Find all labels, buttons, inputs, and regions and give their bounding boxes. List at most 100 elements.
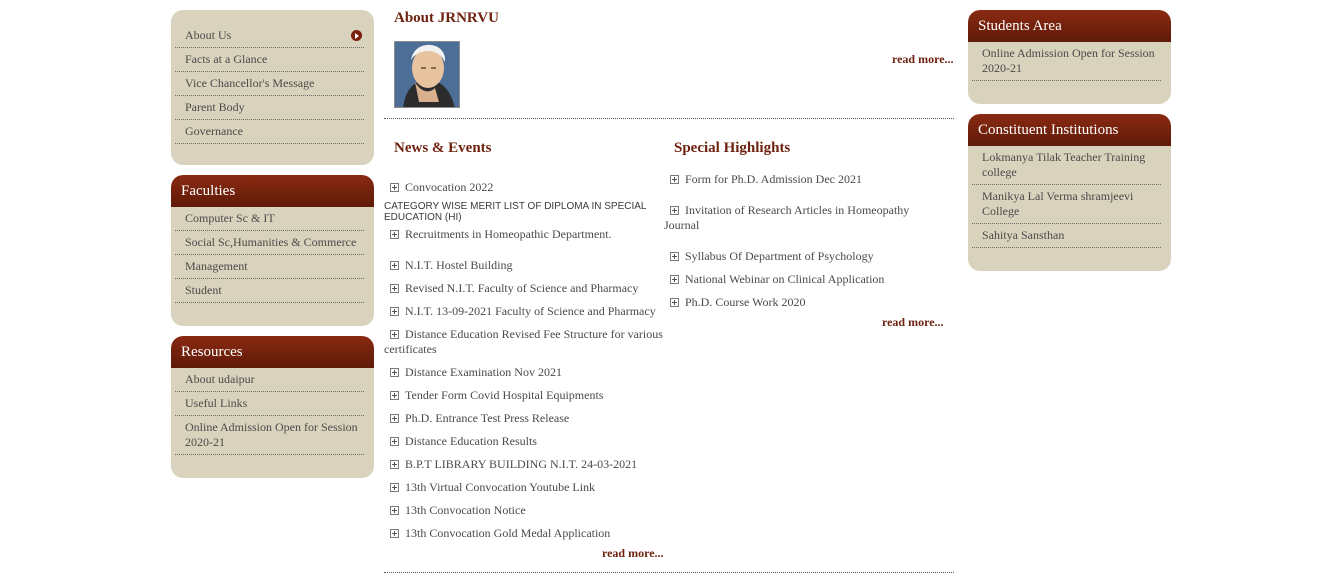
resource-item-admission[interactable]: Online Admission Open for Session 2020-2…: [175, 416, 364, 455]
resource-label: Useful Links: [185, 396, 248, 410]
news-item-label: N.I.T. 13-09-2021 Faculty of Science and…: [405, 304, 656, 318]
institution-label: Manikya Lal Verma shramjeevi College: [982, 189, 1134, 218]
faculty-label: Student: [185, 283, 222, 297]
plus-box-icon: [670, 298, 679, 307]
students-item-label: Online Admission Open for Session 2020-2…: [982, 46, 1155, 75]
resources-box: Resources About udaipur Useful Links Onl…: [171, 336, 374, 478]
institution-item-manikya[interactable]: Manikya Lal Verma shramjeevi College: [972, 185, 1161, 224]
news-item[interactable]: N.I.T. 13-09-2021 Faculty of Science and…: [384, 304, 656, 319]
news-item-label: Distance Examination Nov 2021: [405, 365, 562, 379]
news-item[interactable]: Tender Form Covid Hospital Equipments: [384, 388, 603, 403]
highlight-item-label: Form for Ph.D. Admission Dec 2021: [685, 172, 862, 186]
resources-title: Resources: [171, 336, 374, 368]
menu-item-facts[interactable]: Facts at a Glance: [175, 48, 364, 72]
students-area-box: Students Area Online Admission Open for …: [968, 10, 1171, 104]
highlight-item-label: Invitation of Research Articles in Homeo…: [664, 203, 910, 232]
highlights-read-more-link[interactable]: read more...: [882, 315, 944, 330]
news-item[interactable]: Ph.D. Entrance Test Press Release: [384, 411, 569, 426]
institution-item-sahitya[interactable]: Sahitya Sansthan: [972, 224, 1161, 248]
highlight-item[interactable]: National Webinar on Clinical Application: [664, 272, 884, 287]
resource-label: Online Admission Open for Session 2020-2…: [185, 420, 358, 449]
news-item[interactable]: Revised N.I.T. Faculty of Science and Ph…: [384, 281, 638, 296]
news-item[interactable]: Convocation 2022: [384, 180, 493, 195]
founder-portrait: [394, 41, 460, 108]
news-item-label: Distance Education Revised Fee Structure…: [384, 327, 663, 356]
news-item-label: Revised N.I.T. Faculty of Science and Ph…: [405, 281, 639, 295]
plus-box-icon: [390, 330, 399, 339]
faculties-title: Faculties: [171, 175, 374, 207]
faculty-item-management[interactable]: Management: [175, 255, 364, 279]
constituent-box: Constituent Institutions Lokmanya Tilak …: [968, 114, 1171, 271]
arrow-right-circle-icon: [351, 30, 362, 41]
news-divider: [384, 572, 954, 573]
highlight-item[interactable]: Syllabus Of Department of Psychology: [664, 249, 874, 264]
plus-box-icon: [390, 183, 399, 192]
news-read-more-link[interactable]: read more...: [602, 546, 664, 561]
faculty-label: Computer Sc & IT: [185, 211, 275, 225]
faculty-item-social[interactable]: Social Sc,Humanities & Commerce: [175, 231, 364, 255]
news-item[interactable]: Distance Examination Nov 2021: [384, 365, 562, 380]
news-events-title: News & Events: [394, 140, 492, 156]
menu-item-label: About Us: [185, 28, 232, 42]
menu-item-vc-message[interactable]: Vice Chancellor's Message: [175, 72, 364, 96]
highlight-item[interactable]: Form for Ph.D. Admission Dec 2021: [664, 172, 862, 187]
news-item-label: Recruitments in Homeopathic Department.: [405, 227, 612, 241]
menu-item-label: Vice Chancellor's Message: [185, 76, 315, 90]
faculties-box: Faculties Computer Sc & IT Social Sc,Hum…: [171, 175, 374, 326]
resource-item-links[interactable]: Useful Links: [175, 392, 364, 416]
menu-item-label: Parent Body: [185, 100, 245, 114]
news-item[interactable]: CATEGORY WISE MERIT LIST OF DIPLOMA IN S…: [384, 201, 666, 223]
institution-label: Sahitya Sansthan: [982, 228, 1065, 242]
plus-box-icon: [670, 175, 679, 184]
plus-box-icon: [390, 506, 399, 515]
plus-box-icon: [390, 460, 399, 469]
faculty-label: Management: [185, 259, 248, 273]
special-highlights-title: Special Highlights: [674, 140, 791, 156]
plus-box-icon: [670, 252, 679, 261]
plus-box-icon: [390, 261, 399, 270]
menu-item-governance[interactable]: Governance: [175, 120, 364, 144]
news-item-label: Distance Education Results: [405, 434, 537, 448]
news-item[interactable]: 13th Convocation Gold Medal Application: [384, 526, 610, 541]
students-area-title: Students Area: [968, 10, 1171, 42]
plus-box-icon: [390, 368, 399, 377]
news-item-label: CATEGORY WISE MERIT LIST OF DIPLOMA IN S…: [384, 201, 647, 223]
news-item-label: Convocation 2022: [405, 180, 494, 194]
plus-box-icon: [390, 230, 399, 239]
highlight-item[interactable]: Invitation of Research Articles in Homeo…: [664, 203, 924, 233]
plus-box-icon: [670, 275, 679, 284]
news-item-label: B.P.T LIBRARY BUILDING N.I.T. 24-03-2021: [405, 457, 638, 471]
highlight-item-label: Ph.D. Course Work 2020: [685, 295, 806, 309]
menu-item-about-us[interactable]: About Us: [175, 24, 364, 48]
constituent-title: Constituent Institutions: [968, 114, 1171, 146]
plus-box-icon: [390, 284, 399, 293]
faculty-label: Social Sc,Humanities & Commerce: [185, 235, 357, 249]
plus-box-icon: [390, 437, 399, 446]
news-item-label: 13th Convocation Gold Medal Application: [405, 526, 611, 540]
resource-item-udaipur[interactable]: About udaipur: [175, 368, 364, 392]
faculty-item-student[interactable]: Student: [175, 279, 364, 303]
about-read-more-link[interactable]: read more...: [892, 52, 954, 67]
about-divider: [384, 118, 954, 119]
news-item[interactable]: N.I.T. Hostel Building: [384, 258, 512, 273]
institution-item-lokmanya[interactable]: Lokmanya Tilak Teacher Training college: [972, 146, 1161, 185]
menu-item-parent-body[interactable]: Parent Body: [175, 96, 364, 120]
plus-box-icon: [390, 307, 399, 316]
news-item[interactable]: 13th Virtual Convocation Youtube Link: [384, 480, 595, 495]
institution-label: Lokmanya Tilak Teacher Training college: [982, 150, 1146, 179]
highlight-item-label: Syllabus Of Department of Psychology: [685, 249, 874, 263]
faculty-item-computer[interactable]: Computer Sc & IT: [175, 207, 364, 231]
portrait-image: [395, 42, 459, 107]
news-item[interactable]: Recruitments in Homeopathic Department.: [384, 227, 612, 242]
news-item-label: N.I.T. Hostel Building: [405, 258, 513, 272]
about-title: About JRNRVU: [394, 10, 499, 26]
news-item[interactable]: Distance Education Revised Fee Structure…: [384, 327, 666, 357]
news-item[interactable]: 13th Convocation Notice: [384, 503, 526, 518]
news-item[interactable]: Distance Education Results: [384, 434, 537, 449]
menu-item-label: Facts at a Glance: [185, 52, 268, 66]
highlight-item[interactable]: Ph.D. Course Work 2020: [664, 295, 805, 310]
news-item[interactable]: B.P.T LIBRARY BUILDING N.I.T. 24-03-2021: [384, 457, 637, 472]
menu-item-label: Governance: [185, 124, 243, 138]
students-item-admission[interactable]: Online Admission Open for Session 2020-2…: [972, 42, 1161, 81]
plus-box-icon: [390, 414, 399, 423]
